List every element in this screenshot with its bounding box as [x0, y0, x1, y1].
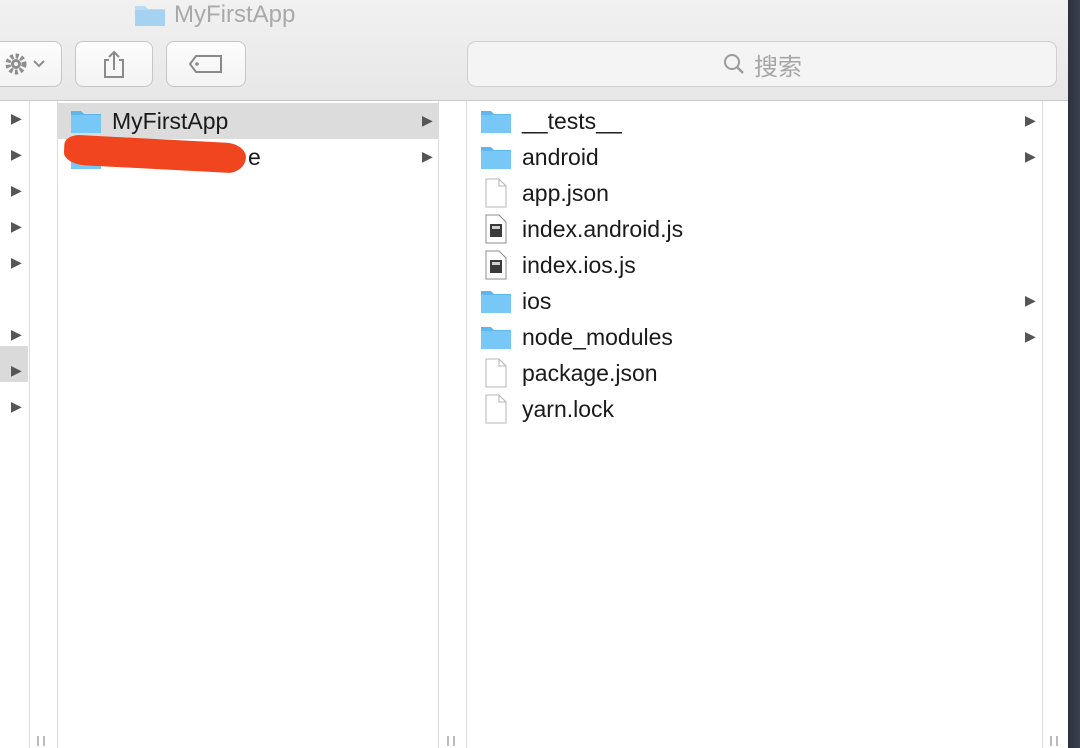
action-menu-button[interactable]	[0, 41, 62, 87]
share-icon	[104, 50, 124, 78]
list-item[interactable]: yarn.lock	[467, 391, 1042, 427]
list-item-label: index.android.js	[522, 215, 684, 242]
disclosure-arrow-icon[interactable]: ▶	[11, 110, 22, 127]
list-item[interactable]: index.android.js	[467, 211, 1042, 247]
folder-icon	[480, 323, 512, 351]
list-item-label: node_modules	[522, 323, 673, 350]
search-icon	[724, 54, 744, 74]
share-button[interactable]	[75, 41, 153, 87]
disclosure-arrow-icon[interactable]: ▶	[11, 254, 22, 271]
list-item[interactable]: ios ▶	[467, 283, 1042, 319]
disclosure-arrow-icon[interactable]: ▶	[11, 218, 22, 235]
list-item-label: android	[522, 143, 599, 170]
folder-icon	[480, 287, 512, 315]
list-item[interactable]: app.json	[467, 175, 1042, 211]
disclosure-arrow-icon[interactable]: ▶	[1025, 148, 1036, 165]
column-resize-handle[interactable]	[1050, 736, 1058, 746]
document-icon	[480, 394, 512, 424]
disclosure-arrow-icon[interactable]: ▶	[11, 326, 22, 343]
window-title-label: MyFirstApp	[174, 1, 296, 28]
folder-icon	[135, 6, 165, 26]
column-divider[interactable]	[1042, 101, 1043, 748]
toolbar: MyFirstApp 搜索	[0, 0, 1068, 101]
disclosure-arrow-icon[interactable]: ▶	[11, 146, 22, 163]
executable-icon	[480, 214, 512, 244]
list-item-label: MyFirstApp	[112, 107, 229, 134]
disclosure-arrow-icon[interactable]: ▶	[422, 112, 433, 129]
list-item-label: app.json	[522, 179, 609, 206]
folder-icon	[480, 107, 512, 135]
list-item[interactable]: index.ios.js	[467, 247, 1042, 283]
disclosure-arrow-icon[interactable]: ▶	[1025, 328, 1036, 345]
search-field[interactable]: 搜索	[467, 41, 1057, 87]
disclosure-arrow-icon[interactable]: ▶	[1025, 292, 1036, 309]
document-icon	[480, 358, 512, 388]
list-item[interactable]: MyFirstApp ▶	[58, 103, 438, 139]
gear-icon	[5, 53, 45, 75]
column-divider[interactable]	[29, 101, 30, 748]
tags-button[interactable]	[166, 41, 246, 87]
list-item-label: ios	[522, 287, 552, 314]
tag-icon	[188, 55, 222, 73]
column-resize-handle[interactable]	[447, 736, 455, 746]
disclosure-arrow-icon[interactable]: ▶	[11, 398, 22, 415]
list-item-label: package.json	[522, 359, 658, 386]
list-item-label: __tests__	[522, 107, 622, 134]
document-icon	[480, 178, 512, 208]
column-divider[interactable]	[438, 101, 439, 748]
disclosure-arrow-icon[interactable]: ▶	[11, 182, 22, 199]
folder-icon	[480, 143, 512, 171]
list-item[interactable]: package.json	[467, 355, 1042, 391]
window-title: MyFirstApp	[134, 0, 295, 30]
list-item-label: yarn.lock	[522, 395, 615, 422]
column-0: ▶ ▶ ▶ ▶ ▶ ▶ ▶ ▶	[0, 101, 29, 748]
search-placeholder: 搜索	[754, 53, 802, 81]
column-divider[interactable]	[57, 101, 58, 748]
list-item-label: index.ios.js	[522, 251, 636, 278]
folder-icon	[70, 107, 102, 135]
disclosure-arrow-icon[interactable]: ▶	[1025, 112, 1036, 129]
desktop-background	[1068, 0, 1080, 748]
disclosure-arrow-icon[interactable]: ▶	[422, 148, 433, 165]
list-item[interactable]: node_modules ▶	[467, 319, 1042, 355]
column-resize-handle[interactable]	[37, 736, 45, 746]
executable-icon	[480, 250, 512, 280]
list-item[interactable]: android ▶	[467, 139, 1042, 175]
disclosure-arrow-icon[interactable]: ▶	[11, 362, 22, 379]
list-item-label: e	[248, 143, 261, 170]
list-item[interactable]: __tests__ ▶	[467, 103, 1042, 139]
